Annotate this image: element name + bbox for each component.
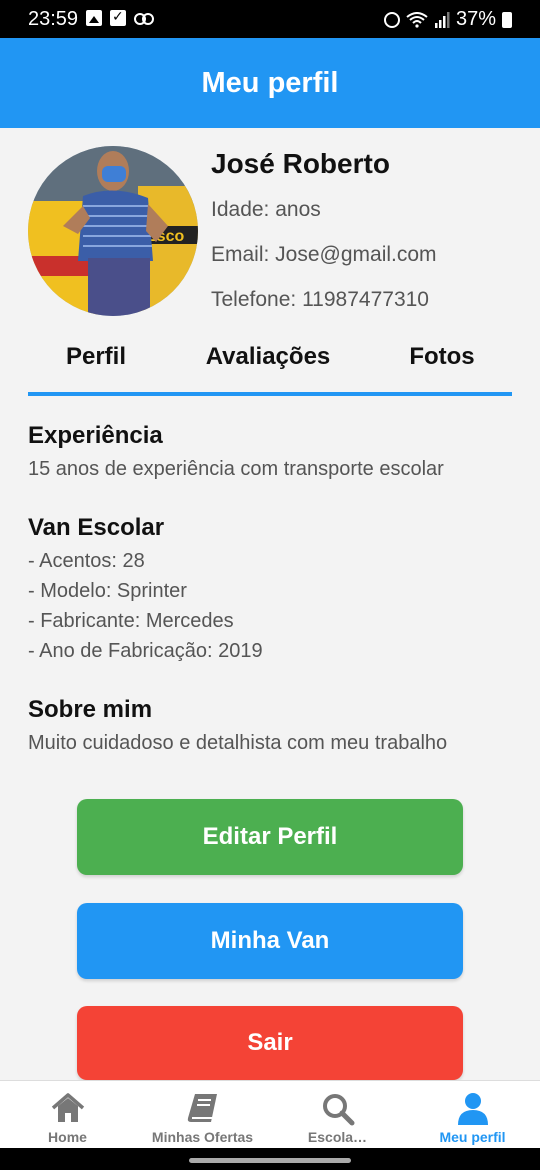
home-icon	[50, 1091, 86, 1127]
gallery-icon	[86, 10, 102, 26]
about-title: Sobre mim	[28, 696, 153, 723]
voicemail-icon	[134, 13, 154, 25]
profile-email: Email: Jose@gmail.com	[211, 243, 437, 266]
about-section: Sobre mim Muito cuidadoso e detalhista c…	[28, 696, 518, 758]
battery-icon	[502, 11, 512, 28]
about-text: Muito cuidadoso e detalhista com meu tra…	[28, 732, 448, 754]
profile-phone: Telefone: 11987477310	[211, 288, 429, 311]
book-icon	[185, 1091, 221, 1127]
user-icon	[455, 1091, 491, 1127]
avatar: Esco	[28, 146, 198, 316]
van-section: Van Escolar - Acentos: 28 - Modelo: Spri…	[28, 514, 518, 666]
checkbox-icon	[110, 8, 126, 26]
avatar-photo: Esco	[28, 146, 198, 316]
edit-profile-button[interactable]: Editar Perfil	[77, 799, 463, 875]
nav-schools[interactable]: Escola…	[270, 1081, 405, 1148]
nav-home[interactable]: Home	[0, 1081, 135, 1148]
van-manufacturer: - Fabricante: Mercedes	[28, 610, 234, 632]
page-title: Meu perfil	[201, 66, 339, 99]
nav-offers[interactable]: Minhas Ofertas	[135, 1081, 270, 1148]
tab-avaliacoes[interactable]: Avaliações	[164, 338, 372, 392]
profile-tabs: Perfil Avaliações Fotos	[28, 338, 512, 396]
nav-home-label: Home	[48, 1129, 87, 1145]
profile-content[interactable]: Esco José Roberto Idade: anos Email: Jos…	[0, 128, 540, 1080]
alarm-icon	[383, 11, 400, 28]
experience-text: 15 anos de experiência com transporte es…	[28, 458, 444, 480]
my-van-button[interactable]: Minha Van	[77, 903, 463, 979]
bottom-nav: Home Minhas Ofertas Escola… Meu perfil	[0, 1080, 540, 1148]
van-title: Van Escolar	[28, 514, 165, 541]
battery-level: 37%	[455, 8, 496, 30]
van-seats: - Acentos: 28	[28, 550, 145, 572]
nav-my-profile[interactable]: Meu perfil	[405, 1081, 540, 1148]
gesture-handle[interactable]	[189, 1158, 351, 1163]
experience-section: Experiência 15 anos de experiência com t…	[28, 422, 518, 484]
nav-my-profile-label: Meu perfil	[439, 1129, 506, 1145]
tab-fotos[interactable]: Fotos	[372, 338, 512, 392]
profile-name: José Roberto	[211, 148, 390, 179]
tab-perfil[interactable]: Perfil	[28, 338, 164, 392]
nav-schools-label: Escola…	[307, 1129, 368, 1145]
wifi-icon	[406, 11, 428, 28]
status-bar: 23:59 37%	[0, 0, 540, 38]
app-header: Meu perfil	[0, 38, 540, 128]
van-year: - Ano de Fabricação: 2019	[28, 640, 263, 662]
status-time: 23:59	[28, 8, 79, 30]
profile-age: Idade: anos	[211, 198, 321, 221]
search-icon	[320, 1091, 356, 1127]
gesture-bar	[0, 1148, 540, 1170]
signal-icon	[434, 11, 450, 28]
nav-offers-label: Minhas Ofertas	[151, 1129, 254, 1145]
van-model: - Modelo: Sprinter	[28, 580, 187, 602]
experience-title: Experiência	[28, 422, 163, 449]
profile-info: José Roberto Idade: anos Email: Jose@gma…	[211, 148, 437, 317]
logout-button[interactable]: Sair	[77, 1006, 463, 1080]
